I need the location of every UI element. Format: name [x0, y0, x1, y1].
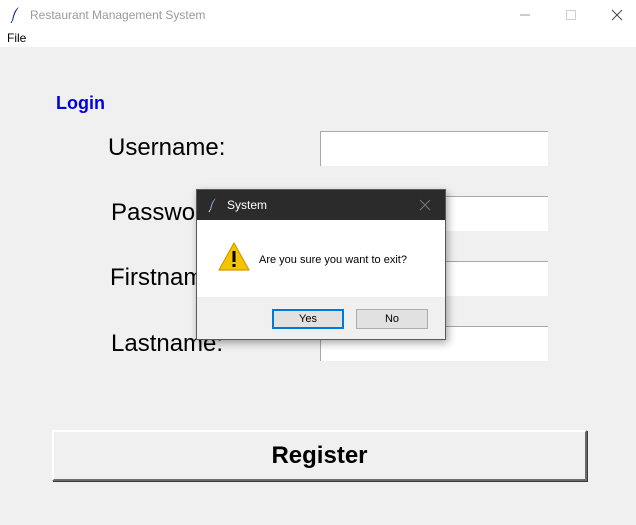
minimize-icon — [520, 14, 530, 16]
close-icon — [611, 9, 623, 21]
register-button[interactable]: Register — [52, 430, 587, 481]
dialog-close-icon[interactable] — [419, 199, 431, 211]
yes-button[interactable]: Yes — [272, 309, 344, 329]
no-button[interactable]: No — [356, 309, 428, 329]
username-input[interactable] — [320, 131, 548, 166]
username-label: Username: — [108, 134, 226, 161]
window-title: Restaurant Management System — [30, 8, 206, 22]
maximize-icon — [566, 10, 576, 20]
feather-icon — [208, 198, 216, 213]
feather-icon — [10, 7, 19, 24]
close-button[interactable] — [594, 0, 636, 30]
maximize-button[interactable] — [548, 0, 594, 30]
login-heading: Login — [56, 93, 105, 113]
dialog-title: System — [227, 198, 268, 212]
dialog-footer: Yes No — [197, 297, 445, 339]
window-titlebar[interactable]: Restaurant Management System — [0, 0, 636, 30]
dialog-body: Are you sure you want to exit? — [197, 220, 445, 297]
dialog-message: Are you sure you want to exit? — [259, 254, 407, 266]
menu-bar: File — [0, 30, 636, 47]
dialog-titlebar[interactable]: System — [197, 190, 445, 220]
minimize-button[interactable] — [502, 0, 548, 30]
menu-file[interactable]: File — [7, 31, 26, 45]
exit-confirm-dialog: System Are you sure you want to exit? Ye… — [196, 189, 446, 340]
warning-icon — [218, 242, 250, 271]
